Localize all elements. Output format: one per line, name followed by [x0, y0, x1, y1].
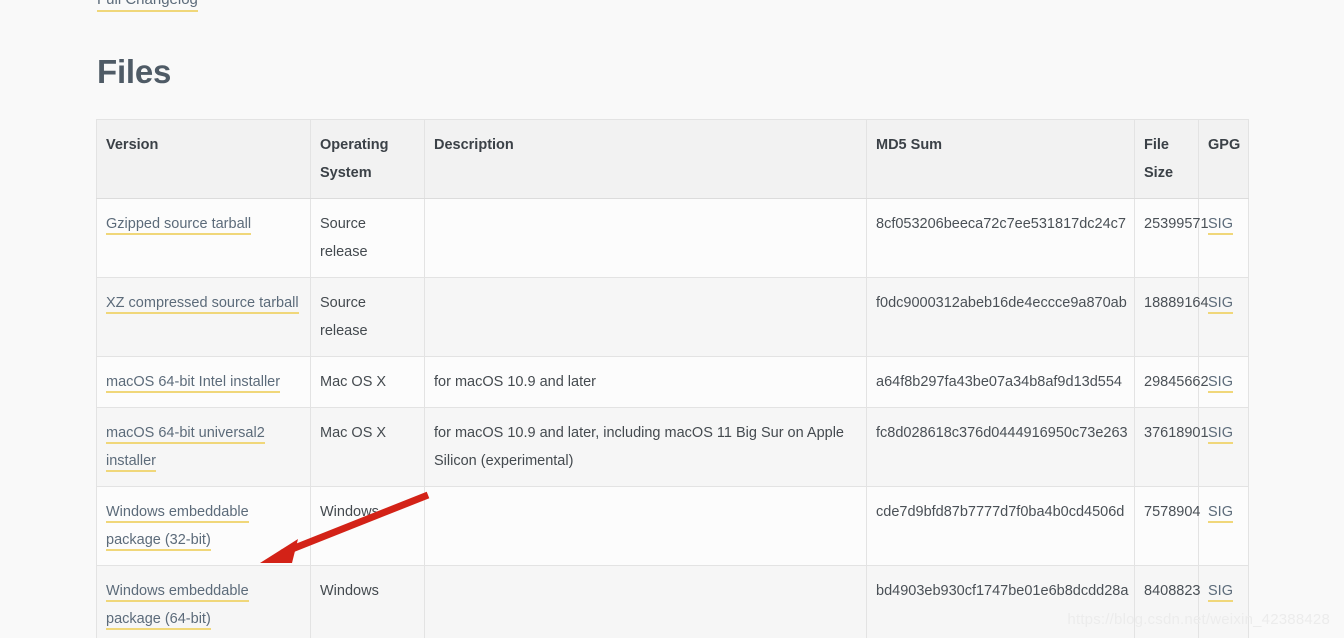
cell-operating-system: Source release: [310, 277, 425, 357]
table-row: Gzipped source tarball Source release 8cf0…: [96, 198, 1249, 278]
cell-md5-sum: fc8d028618c376d0444916950c73e263: [866, 407, 1135, 487]
cell-version: XZ compressed source tarball: [96, 277, 311, 357]
cell-description: [424, 565, 867, 638]
cell-file-size: 7578904: [1134, 486, 1200, 566]
table-row: Windows embeddable package (32-bit) Windo…: [96, 486, 1249, 566]
download-link[interactable]: XZ compressed source tarball: [106, 295, 299, 314]
sig-link[interactable]: SIG: [1208, 295, 1233, 314]
cell-version: Gzipped source tarball: [96, 198, 311, 278]
cell-operating-system: Mac OS X: [310, 407, 425, 487]
cell-md5-sum: f0dc9000312abeb16de4eccce9a870ab: [866, 277, 1135, 357]
page-root: Full Changelog Files Version Operating Sy…: [0, 0, 1344, 638]
cell-file-size: 18889164: [1134, 277, 1209, 357]
cell-operating-system: Windows: [310, 486, 425, 566]
download-link[interactable]: Windows embeddable package (32-bit): [106, 504, 249, 551]
cell-description: [424, 486, 867, 566]
cell-description: for macOS 10.9 and later: [424, 356, 867, 408]
download-link[interactable]: macOS 64-bit Intel installer: [106, 374, 281, 393]
cell-operating-system: Mac OS X: [310, 356, 425, 408]
table-row: macOS 64-bit universal2 installer Mac OS …: [96, 407, 1249, 487]
cell-file-size: 25399571: [1134, 198, 1209, 278]
cell-md5-sum: cde7d9bfd87b7777d7f0ba4b0cd4506d: [866, 486, 1135, 566]
column-header-os-line2: System: [320, 165, 372, 181]
sig-link[interactable]: SIG: [1208, 216, 1233, 235]
download-link[interactable]: Windows embeddable package (64-bit): [106, 583, 249, 630]
cell-description: [424, 277, 867, 357]
table-row: XZ compressed source tarball Source relea…: [96, 277, 1249, 357]
column-header-file-size[interactable]: File Size: [1134, 119, 1199, 199]
cell-md5-sum: a64f8b297fa43be07a34b8af9d13d554: [866, 356, 1135, 408]
sig-link[interactable]: SIG: [1208, 425, 1233, 444]
table-header: Version Operating System Description MD5 …: [96, 119, 1249, 199]
column-header-operating-system[interactable]: Operating System: [310, 119, 425, 199]
cell-operating-system: Source release: [310, 198, 425, 278]
files-table-container: Version Operating System Description MD5 …: [96, 119, 1249, 638]
table-row: macOS 64-bit Intel installer Mac OS Xfor …: [96, 356, 1249, 408]
cell-file-size: 29845662: [1134, 356, 1209, 408]
watermark-text: https://blog.csdn.net/weixin_42388428: [1067, 611, 1330, 628]
cell-md5-sum: 8cf053206beeca72c7ee531817dc24c7: [866, 198, 1135, 278]
column-header-os-line1: Operating: [320, 137, 389, 153]
download-link[interactable]: macOS 64-bit universal2 installer: [106, 425, 265, 472]
cell-description: [424, 198, 867, 278]
column-header-description[interactable]: Description: [424, 119, 867, 199]
cell-version: macOS 64-bit universal2 installer: [96, 407, 311, 487]
files-table: Version Operating System Description MD5 …: [96, 119, 1249, 638]
sig-link[interactable]: SIG: [1208, 374, 1233, 393]
column-header-gpg[interactable]: GPG: [1198, 119, 1249, 199]
sig-link[interactable]: SIG: [1208, 504, 1233, 523]
cell-file-size: 37618901: [1134, 407, 1209, 487]
cell-gpg: SIG: [1198, 486, 1249, 566]
cell-description: for macOS 10.9 and later, including macO…: [424, 407, 867, 487]
column-header-version[interactable]: Version: [96, 119, 311, 199]
download-link[interactable]: Gzipped source tarball: [106, 216, 252, 235]
cell-operating-system: Windows: [310, 565, 425, 638]
cell-version: Windows embeddable package (32-bit): [96, 486, 311, 566]
full-changelog-link[interactable]: Full Changelog: [97, 0, 198, 12]
page-title: Files: [97, 53, 172, 90]
column-header-md5-sum[interactable]: MD5 Sum: [866, 119, 1135, 199]
cell-version: macOS 64-bit Intel installer: [96, 356, 311, 408]
sig-link[interactable]: SIG: [1208, 583, 1233, 602]
table-header-row: Version Operating System Description MD5 …: [96, 119, 1249, 199]
table-body: Gzipped source tarball Source release 8cf0…: [96, 198, 1249, 638]
cell-version: Windows embeddable package (64-bit): [96, 565, 311, 638]
